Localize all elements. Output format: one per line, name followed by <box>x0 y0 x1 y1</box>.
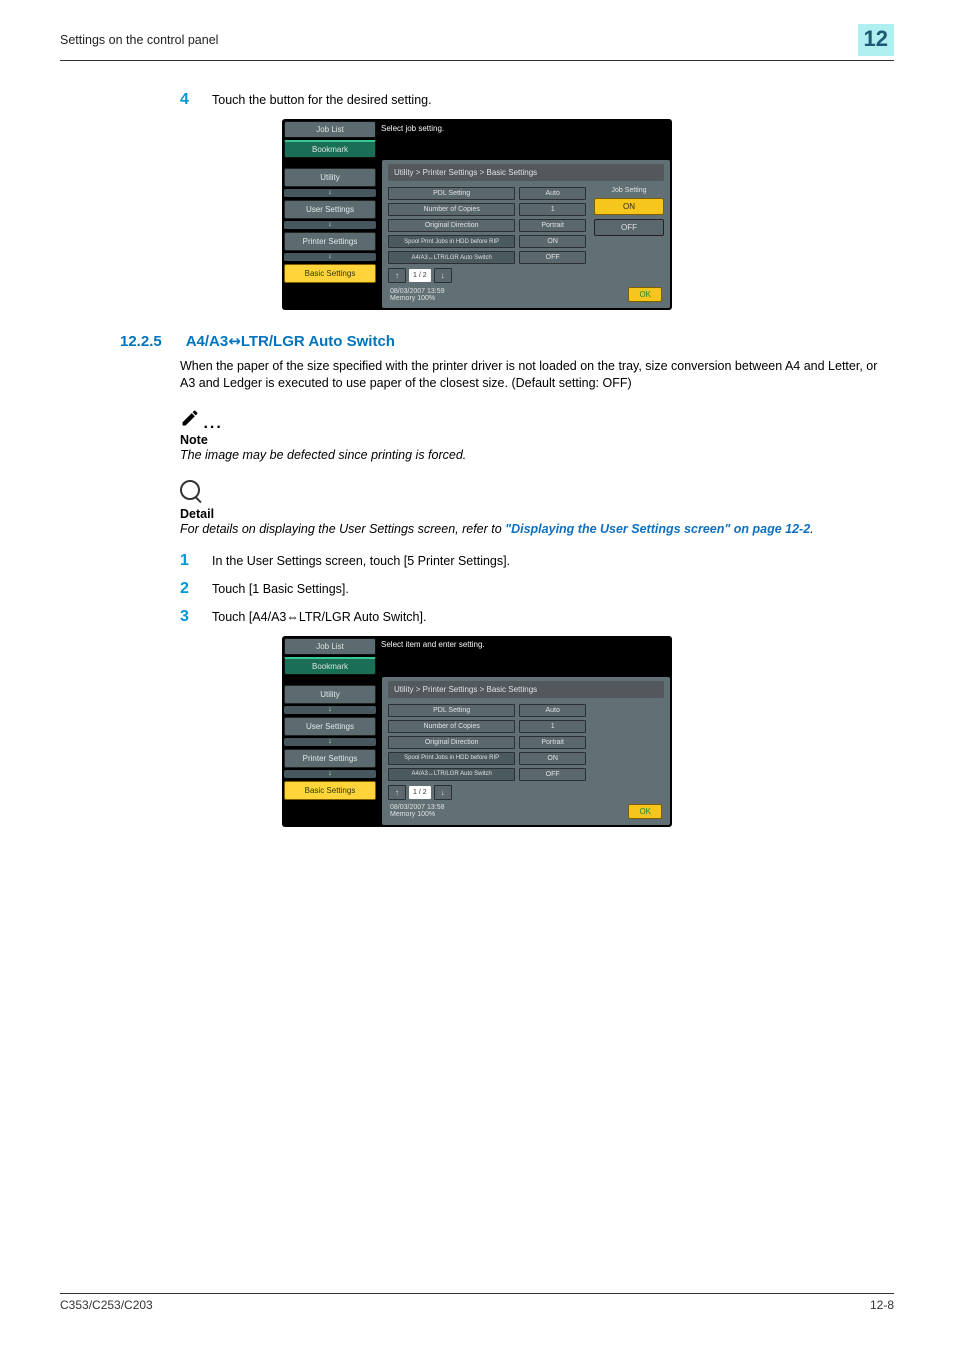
page-down-button[interactable]: ↓ <box>434 268 452 283</box>
datetime-label: 08/03/2007 13:59 <box>390 288 445 295</box>
basic-settings-tab[interactable]: Basic Settings <box>284 781 376 800</box>
tab-arrow-down-icon: ↓ <box>284 738 376 746</box>
off-button[interactable]: OFF <box>594 219 664 236</box>
autoswitch-value: OFF <box>519 768 586 781</box>
bookmark-tab[interactable]: Bookmark <box>284 140 376 158</box>
step-number: 2 <box>180 580 196 598</box>
copies-button[interactable]: Number of Copies <box>388 720 515 733</box>
magnifier-icon <box>180 480 200 500</box>
memory-label: Memory 100% <box>390 295 445 302</box>
pdl-setting-button[interactable]: PDL Setting <box>388 704 515 717</box>
utility-tab[interactable]: Utility <box>284 685 376 704</box>
screen-instruction: Select item and enter setting. <box>379 638 485 652</box>
ok-button[interactable]: OK <box>628 287 662 302</box>
note-icon: ... <box>180 408 894 433</box>
memory-label: Memory 100% <box>390 811 445 818</box>
autoswitch-value: OFF <box>519 251 586 264</box>
step-number: 1 <box>180 552 196 570</box>
breadcrumb: Utility > Printer Settings > Basic Setti… <box>388 164 664 181</box>
step-text: Touch the button for the desired setting… <box>212 91 432 109</box>
autoswitch-button[interactable]: A4/A3↔LTR/LGR Auto Switch <box>388 768 515 781</box>
autoswitch-button[interactable]: A4/A3↔LTR/LGR Auto Switch <box>388 251 515 264</box>
utility-tab[interactable]: Utility <box>284 168 376 187</box>
on-button[interactable]: ON <box>594 198 664 215</box>
note-label: Note <box>180 433 894 447</box>
spool-value: ON <box>519 752 586 765</box>
ok-button[interactable]: OK <box>628 804 662 819</box>
orig-direction-button[interactable]: Original Direction <box>388 219 515 232</box>
page-up-button[interactable]: ↑ <box>388 785 406 800</box>
chapter-number: 12 <box>858 24 894 56</box>
footer-right: 12-8 <box>870 1298 894 1312</box>
page-link[interactable]: "Displaying the User Settings screen" on… <box>505 522 810 536</box>
page-down-button[interactable]: ↓ <box>434 785 452 800</box>
page-indicator: 1 / 2 <box>409 786 431 799</box>
control-panel-screenshot-2: Job List Bookmark Select item and enter … <box>282 636 672 827</box>
spool-button[interactable]: Spool Print Jobs in HDD before RIP <box>388 235 515 248</box>
user-settings-tab[interactable]: User Settings <box>284 200 376 219</box>
detail-text: For details on displaying the User Setti… <box>180 522 894 536</box>
basic-settings-tab[interactable]: Basic Settings <box>284 264 376 283</box>
datetime-label: 08/03/2007 13:58 <box>390 804 445 811</box>
footer-left: C353/C253/C203 <box>60 1298 153 1312</box>
pdl-setting-value: Auto <box>519 704 586 717</box>
control-panel-screenshot-1: Job List Bookmark Select job setting. Ut… <box>282 119 672 310</box>
tab-arrow-down-icon: ↓ <box>284 706 376 714</box>
copies-value: 1 <box>519 203 586 216</box>
note-text: The image may be defected since printing… <box>180 448 894 462</box>
tab-arrow-down-icon: ↓ <box>284 221 376 229</box>
orig-direction-value: Portrait <box>519 736 586 749</box>
section-number: 12.2.5 <box>120 333 162 350</box>
tab-arrow-down-icon: ↓ <box>284 770 376 778</box>
step-text: Touch [A4/A3⇔LTR/LGR Auto Switch]. <box>212 608 426 626</box>
step-text: Touch [1 Basic Settings]. <box>212 580 349 598</box>
section-body-text: When the paper of the size specified wit… <box>180 358 894 392</box>
section-heading: A4/A3↔LTR/LGR Auto Switch <box>186 332 395 350</box>
tab-arrow-down-icon: ↓ <box>284 189 376 197</box>
step-number: 3 <box>180 608 196 626</box>
page-up-button[interactable]: ↑ <box>388 268 406 283</box>
tab-arrow-down-icon: ↓ <box>284 253 376 261</box>
page-indicator: 1 / 2 <box>409 269 431 282</box>
running-header: Settings on the control panel <box>60 33 218 47</box>
screen-instruction: Select job setting. <box>379 121 444 135</box>
orig-direction-button[interactable]: Original Direction <box>388 736 515 749</box>
printer-settings-tab[interactable]: Printer Settings <box>284 232 376 251</box>
job-list-tab[interactable]: Job List <box>284 638 376 655</box>
printer-settings-tab[interactable]: Printer Settings <box>284 749 376 768</box>
spool-value: ON <box>519 235 586 248</box>
job-setting-label: Job Setting <box>594 187 664 194</box>
job-list-tab[interactable]: Job List <box>284 121 376 138</box>
detail-label: Detail <box>180 507 894 521</box>
copies-value: 1 <box>519 720 586 733</box>
step-text: In the User Settings screen, touch [5 Pr… <box>212 552 510 570</box>
orig-direction-value: Portrait <box>519 219 586 232</box>
step-number: 4 <box>180 91 196 109</box>
bookmark-tab[interactable]: Bookmark <box>284 657 376 675</box>
pdl-setting-button[interactable]: PDL Setting <box>388 187 515 200</box>
user-settings-tab[interactable]: User Settings <box>284 717 376 736</box>
spool-button[interactable]: Spool Print Jobs in HDD before RIP <box>388 752 515 765</box>
copies-button[interactable]: Number of Copies <box>388 203 515 216</box>
breadcrumb: Utility > Printer Settings > Basic Setti… <box>388 681 664 698</box>
pdl-setting-value: Auto <box>519 187 586 200</box>
